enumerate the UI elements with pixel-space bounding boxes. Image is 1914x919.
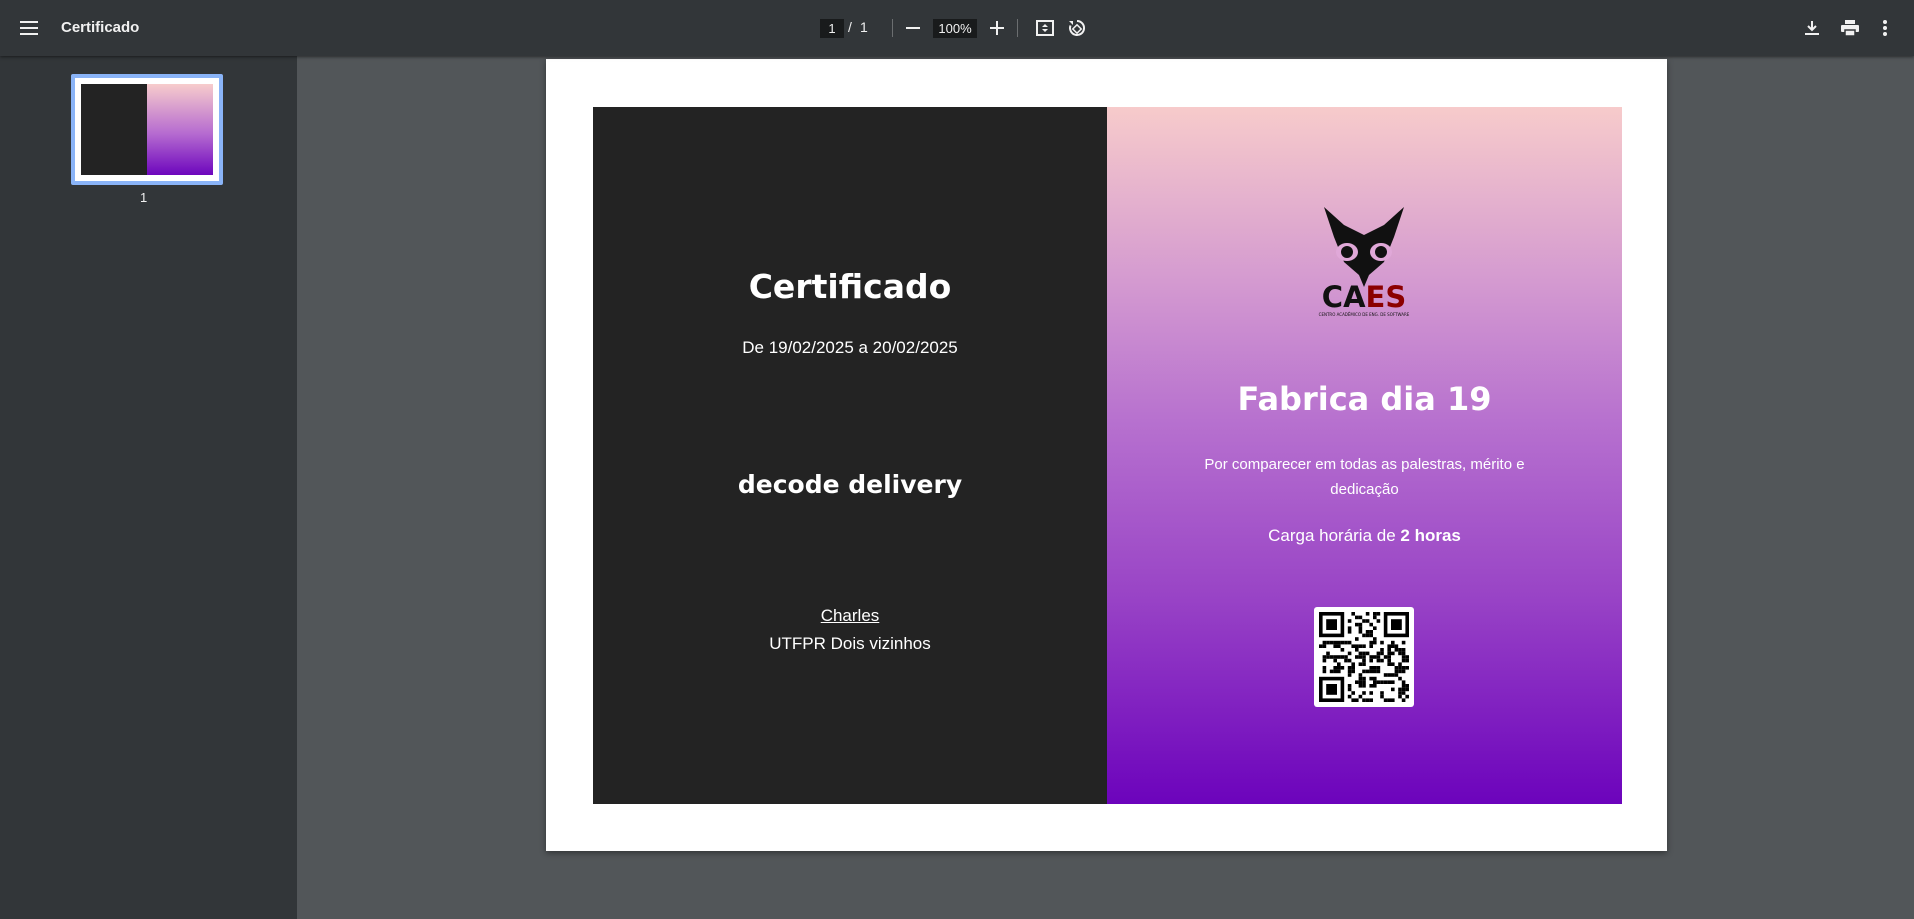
certificate: Certificado De 19/02/2025 a 20/02/2025 d… <box>593 107 1622 804</box>
certificate-left-panel: Certificado De 19/02/2025 a 20/02/2025 d… <box>593 107 1107 804</box>
certificate-title: Certificado <box>748 267 952 306</box>
page-separator: / <box>848 19 852 35</box>
thumbnail-page-number: 1 <box>140 190 148 205</box>
certificate-description: Por comparecer em todas as palestras, mé… <box>1204 456 1525 498</box>
zoom-input[interactable]: 100% <box>933 19 977 38</box>
divider <box>1017 19 1018 37</box>
workload-prefix: Carga horária de <box>1268 526 1396 545</box>
thumbnail-left-panel <box>81 84 147 175</box>
page-thumbnail[interactable] <box>71 74 223 185</box>
download-icon[interactable] <box>1796 12 1828 44</box>
rotate-icon[interactable] <box>1061 12 1093 44</box>
pdf-toolbar: Certificado 1 / 1 100% <box>0 0 1914 56</box>
caes-logo: CAES CENTRO ACADÊMICO DE ENG. DE SOFTWAR… <box>1314 207 1414 319</box>
print-icon[interactable] <box>1834 12 1866 44</box>
svg-text:CAES: CAES <box>1322 280 1406 314</box>
zoom-in-icon[interactable] <box>981 12 1013 44</box>
menu-icon[interactable] <box>13 12 45 44</box>
certificate-right-panel: CAES CENTRO ACADÊMICO DE ENG. DE SOFTWAR… <box>1107 107 1622 804</box>
page-number-input[interactable]: 1 <box>820 19 844 38</box>
more-vert-icon[interactable] <box>1869 12 1901 44</box>
workload: Carga horária de 2 horas <box>1107 526 1622 546</box>
svg-text:CENTRO ACADÊMICO DE ENG. DE SO: CENTRO ACADÊMICO DE ENG. DE SOFTWARE <box>1319 312 1410 317</box>
certificate-dates: De 19/02/2025 a 20/02/2025 <box>742 338 958 357</box>
event-title: Fabrica dia 19 <box>1237 380 1492 418</box>
zoom-out-icon[interactable] <box>897 12 929 44</box>
page-total: 1 <box>860 19 868 35</box>
pdf-page: Certificado De 19/02/2025 a 20/02/2025 d… <box>546 59 1667 851</box>
workload-value: 2 horas <box>1400 526 1461 545</box>
fit-page-icon[interactable] <box>1029 12 1061 44</box>
thumbnail-preview <box>81 84 213 175</box>
event-name: decode delivery <box>737 470 963 499</box>
divider <box>892 19 893 37</box>
participant-name: Charles <box>820 606 880 625</box>
document-title: Certificado <box>61 19 140 36</box>
institution-name: UTFPR Dois vizinhos <box>769 634 931 653</box>
thumbnail-right-panel <box>147 84 213 175</box>
qr-code <box>1314 607 1414 707</box>
thumbnail-sidebar <box>0 56 297 919</box>
